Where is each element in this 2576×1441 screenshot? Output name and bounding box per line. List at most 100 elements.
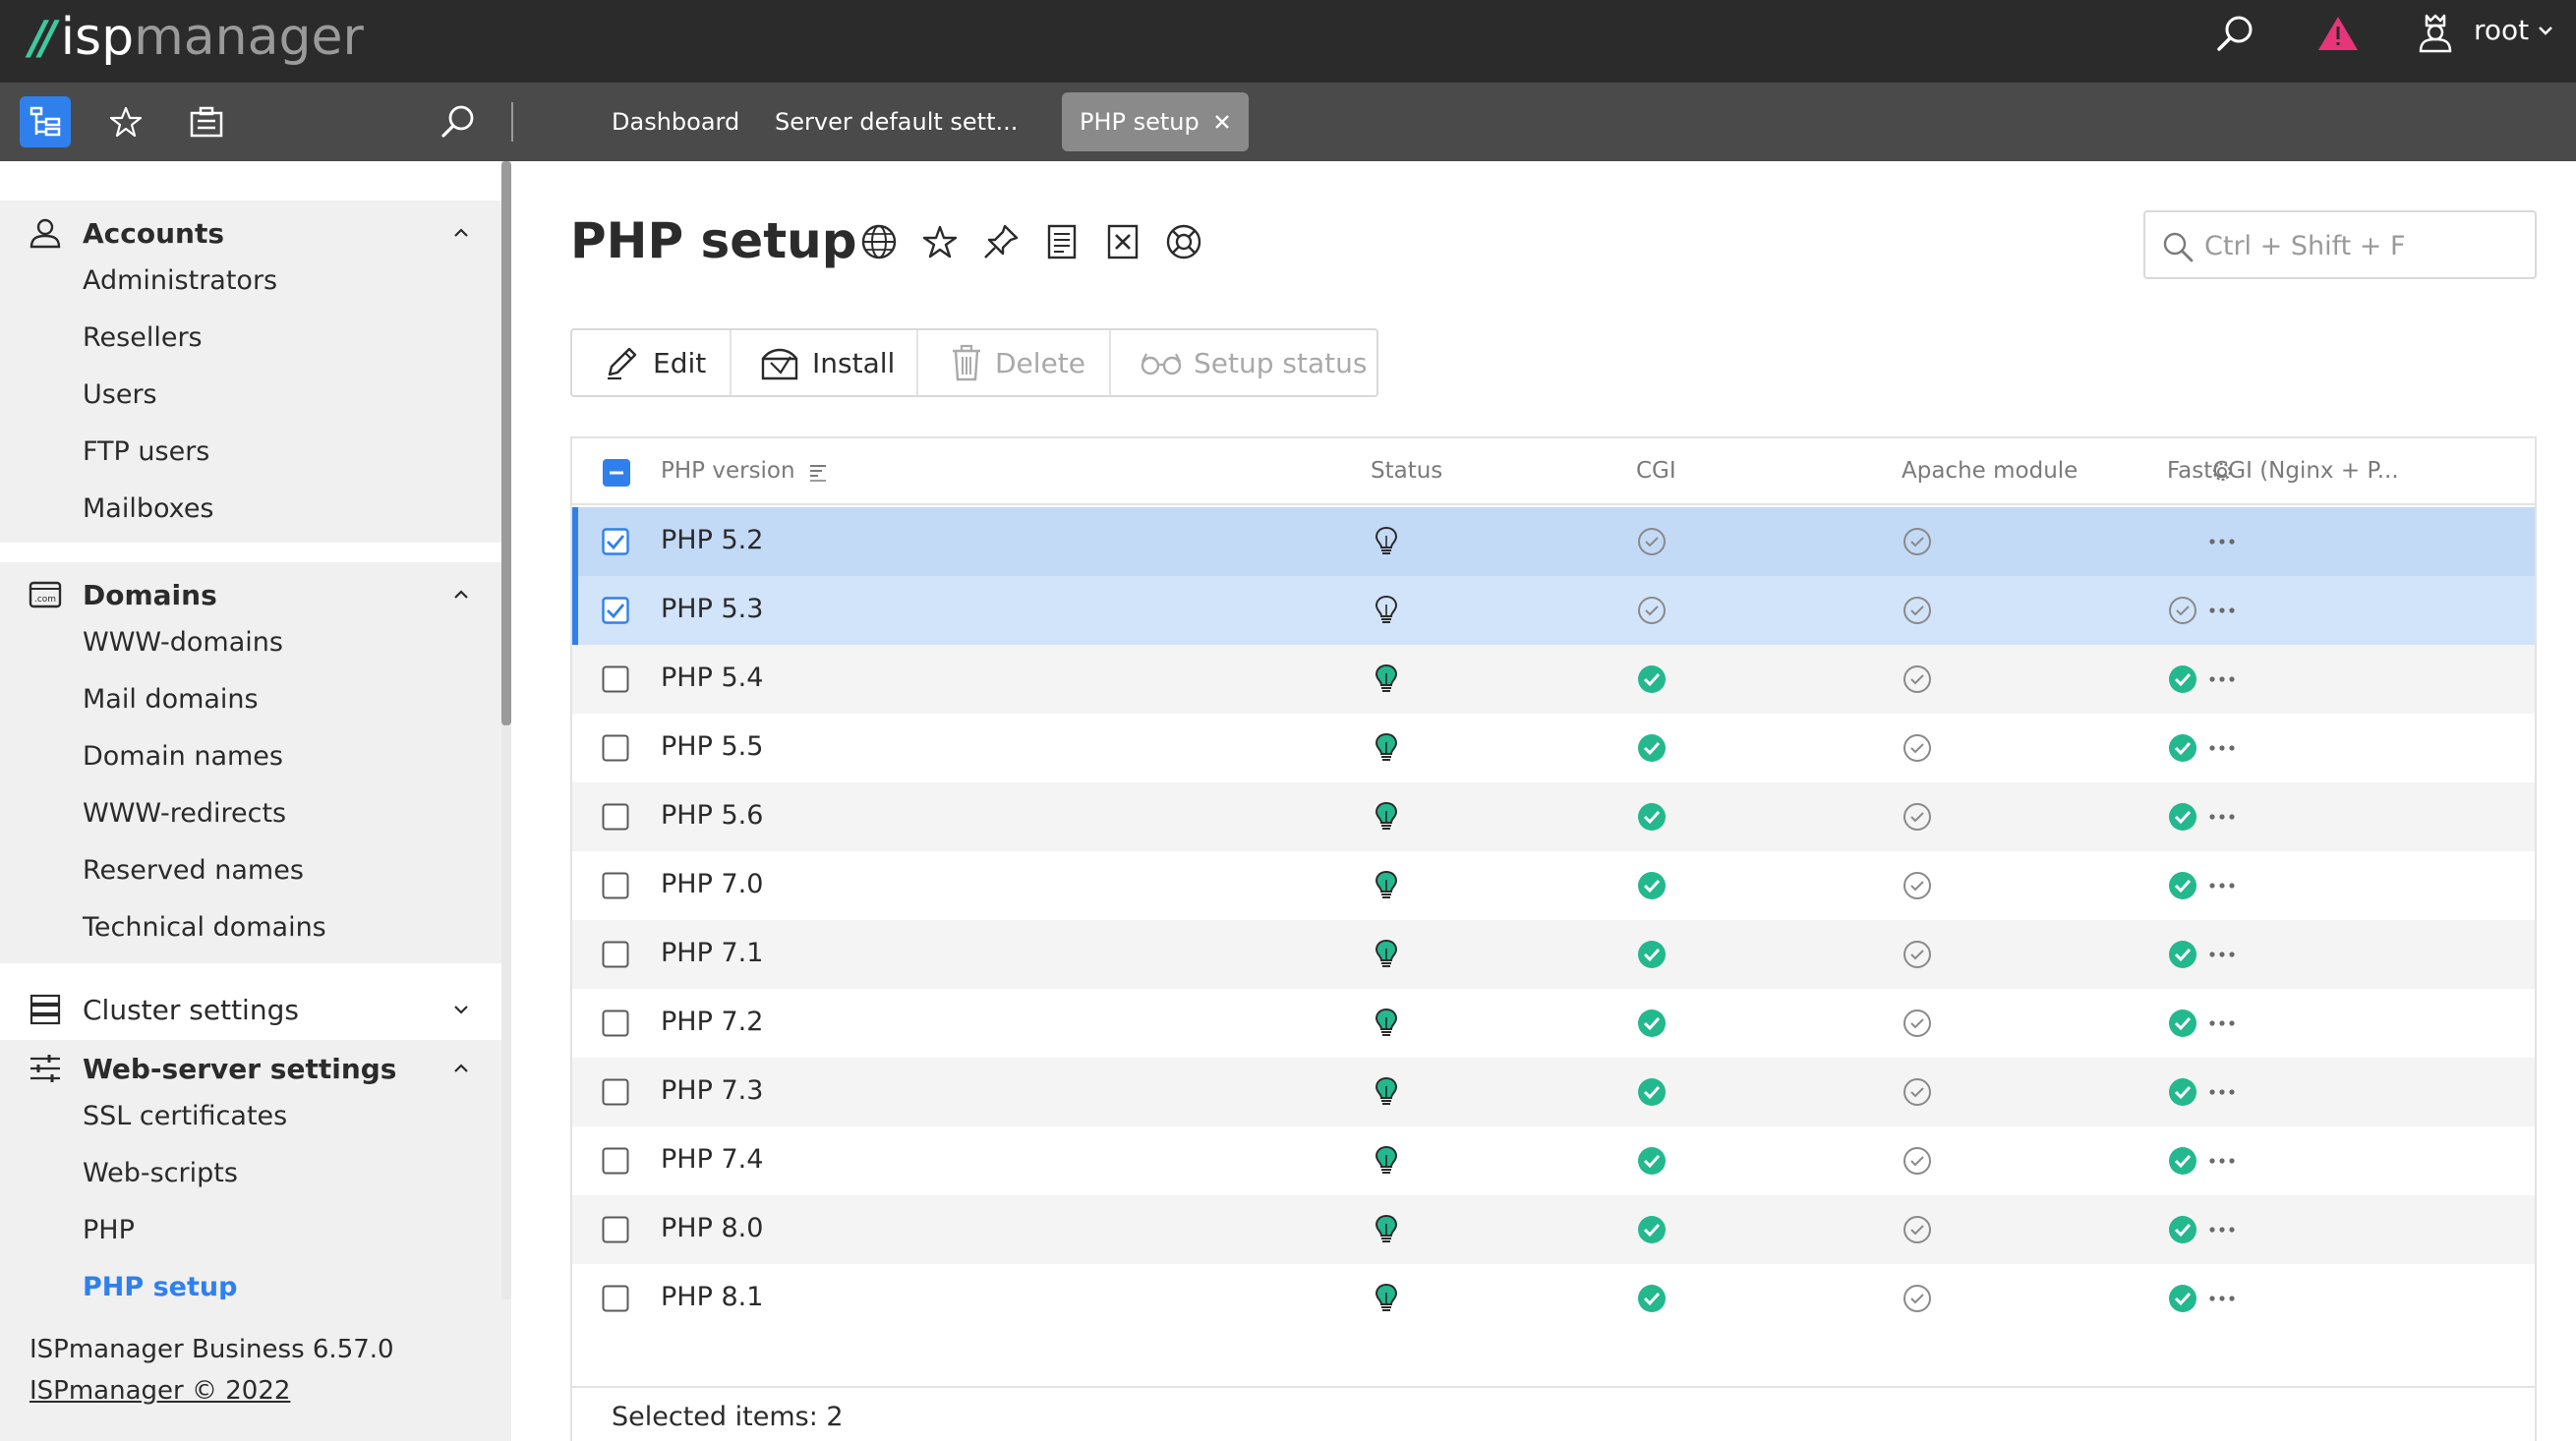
row-checkbox[interactable]: [602, 1285, 629, 1312]
document-list-icon[interactable]: [1042, 222, 1082, 261]
sidebar-item-administrators[interactable]: Administrators: [83, 265, 277, 296]
table-row[interactable]: PHP 7.3: [572, 1058, 2535, 1126]
user-name[interactable]: root: [2474, 14, 2529, 46]
row-checkbox[interactable]: [602, 1216, 629, 1243]
more-actions-icon[interactable]: [2204, 1214, 2240, 1245]
more-actions-icon[interactable]: [2204, 1008, 2240, 1039]
tasks-button[interactable]: [181, 96, 232, 147]
menu-tree-button[interactable]: [20, 96, 71, 147]
logo[interactable]: // isp manager: [29, 6, 364, 69]
row-checkbox[interactable]: [602, 941, 629, 968]
more-actions-icon[interactable]: [2204, 939, 2240, 970]
table-row[interactable]: PHP 8.1: [572, 1264, 2535, 1333]
sort-icon[interactable]: [808, 462, 828, 482]
row-checkbox[interactable]: [602, 597, 629, 624]
copyright-link[interactable]: ISPmanager © 2022: [29, 1376, 290, 1406]
sidebar-group-web-server-settings-header[interactable]: Web-server settings: [0, 1040, 501, 1097]
table-row[interactable]: PHP 8.0: [572, 1195, 2535, 1264]
bulb-on-icon: [1375, 1283, 1398, 1311]
sidebar-scrollbar-thumb[interactable]: [501, 161, 511, 725]
table-row[interactable]: PHP 7.4: [572, 1126, 2535, 1195]
column-status[interactable]: Status: [1371, 458, 1442, 484]
row-checkbox[interactable]: [602, 872, 629, 899]
sidebar-item-reserved-names[interactable]: Reserved names: [83, 855, 304, 886]
alert-icon[interactable]: [2316, 14, 2360, 53]
sidebar-group-accounts-header[interactable]: Accounts: [0, 204, 501, 261]
toolbar: Edit Install Delete Setup status: [570, 328, 1378, 397]
help-lifebuoy-icon[interactable]: [1164, 222, 1203, 261]
sidebar-item-www-redirects[interactable]: WWW-redirects: [83, 798, 286, 829]
sidebar-group-web-server-settings: Web-server settings SSL certificates Web…: [0, 1040, 501, 1299]
chevron-up-icon[interactable]: [452, 227, 470, 239]
select-all-checkbox[interactable]: [602, 458, 631, 488]
edit-button[interactable]: Edit: [572, 330, 732, 395]
table-row[interactable]: PHP 5.4: [572, 645, 2535, 714]
chevron-up-icon[interactable]: [452, 589, 470, 601]
favorites-button[interactable]: [100, 96, 151, 147]
row-checkbox[interactable]: [602, 1009, 629, 1037]
row-checkbox[interactable]: [602, 734, 629, 762]
sidebar-item-users[interactable]: Users: [83, 379, 157, 410]
setup-status-button[interactable]: Setup status: [1111, 330, 1376, 395]
tab-server-default-settings[interactable]: Server default sett...: [775, 92, 1018, 151]
close-icon[interactable]: [1213, 113, 1231, 131]
table-row[interactable]: PHP 7.2: [572, 989, 2535, 1058]
sidebar-item-technical-domains[interactable]: Technical domains: [83, 912, 326, 943]
more-actions-icon[interactable]: [2204, 732, 2240, 764]
table-row[interactable]: PHP 7.0: [572, 851, 2535, 920]
column-php-version[interactable]: PHP version: [661, 458, 828, 484]
sidebar-item-mail-domains[interactable]: Mail domains: [83, 684, 259, 715]
sidebar-item-web-scripts[interactable]: Web-scripts: [83, 1158, 238, 1188]
more-actions-icon[interactable]: [2204, 663, 2240, 695]
pin-icon[interactable]: [981, 222, 1021, 261]
more-actions-icon[interactable]: [2204, 1076, 2240, 1108]
search-input[interactable]: [2204, 222, 2519, 269]
menu-search-button[interactable]: [433, 96, 484, 147]
tab-php-setup[interactable]: PHP setup: [1062, 92, 1249, 151]
row-checkbox[interactable]: [602, 1147, 629, 1175]
gear-icon[interactable]: [2210, 460, 2234, 484]
delete-button[interactable]: Delete: [918, 330, 1111, 395]
chevron-down-icon[interactable]: [2537, 24, 2554, 37]
more-actions-icon[interactable]: [2204, 595, 2240, 626]
more-actions-icon[interactable]: [2204, 526, 2240, 557]
more-actions-icon[interactable]: [2204, 870, 2240, 901]
bulb-on-icon: [1375, 663, 1398, 692]
more-actions-icon[interactable]: [2204, 801, 2240, 833]
column-fastcgi[interactable]: FastCGI (Nginx + P...: [2167, 458, 2399, 484]
install-button[interactable]: Install: [732, 330, 918, 395]
sidebar-item-mailboxes[interactable]: Mailboxes: [83, 493, 214, 524]
more-actions-icon[interactable]: [2204, 1145, 2240, 1177]
table-row[interactable]: PHP 5.6: [572, 782, 2535, 851]
sidebar-item-ftp-users[interactable]: FTP users: [83, 436, 209, 467]
chevron-up-icon[interactable]: [452, 1063, 470, 1074]
sidebar-group-cluster-settings-header[interactable]: Cluster settings: [0, 981, 501, 1038]
sidebar-item-ssl-certificates[interactable]: SSL certificates: [83, 1101, 287, 1131]
check-circle-filled-icon: [2169, 1147, 2196, 1175]
table-row[interactable]: PHP 7.1: [572, 920, 2535, 989]
row-checkbox[interactable]: [602, 528, 629, 555]
user-avatar-icon[interactable]: [2415, 12, 2456, 53]
table-row[interactable]: PHP 5.2: [572, 507, 2535, 576]
export-excel-icon[interactable]: [1103, 222, 1142, 261]
star-icon[interactable]: [920, 222, 960, 261]
sidebar-item-php[interactable]: PHP: [83, 1215, 135, 1245]
row-checkbox[interactable]: [602, 665, 629, 693]
table-row[interactable]: PHP 5.5: [572, 714, 2535, 782]
tab-dashboard[interactable]: Dashboard: [612, 92, 739, 151]
column-cgi[interactable]: CGI: [1636, 458, 1676, 484]
sidebar-item-domain-names[interactable]: Domain names: [83, 741, 283, 772]
sidebar-group-domains-header[interactable]: .com Domains: [0, 566, 501, 623]
sidebar-scrollbar[interactable]: [501, 161, 511, 1299]
row-checkbox[interactable]: [602, 1078, 629, 1106]
more-actions-icon[interactable]: [2204, 1283, 2240, 1314]
sidebar-item-resellers[interactable]: Resellers: [83, 322, 203, 353]
globe-icon[interactable]: [859, 222, 899, 261]
column-apache-module[interactable]: Apache module: [1902, 458, 2078, 484]
sidebar-item-www-domains[interactable]: WWW-domains: [83, 627, 283, 658]
sidebar-item-php-setup[interactable]: PHP setup: [83, 1272, 237, 1299]
row-checkbox[interactable]: [602, 803, 629, 831]
table-row[interactable]: PHP 5.3: [572, 576, 2535, 645]
chevron-down-icon[interactable]: [452, 1004, 470, 1015]
global-search-icon[interactable]: [2214, 12, 2257, 55]
